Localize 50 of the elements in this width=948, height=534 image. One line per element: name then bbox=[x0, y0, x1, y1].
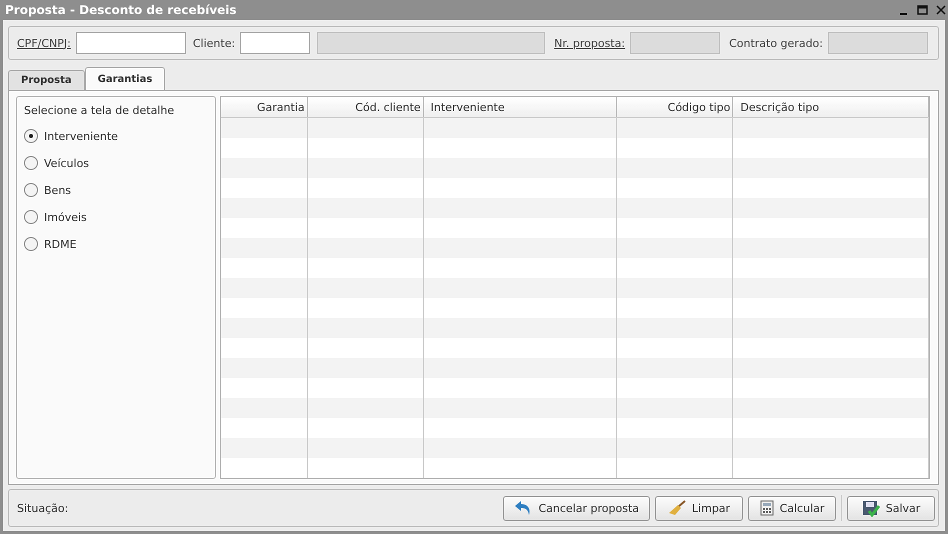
radio-option[interactable]: RDME bbox=[24, 234, 208, 254]
empty-table-row[interactable] bbox=[221, 438, 929, 458]
panel-title: Selecione a tela de detalhe bbox=[24, 104, 176, 117]
window-title: Proposta - Desconto de recebíveis bbox=[5, 3, 237, 17]
status-label: Situação: bbox=[17, 502, 68, 514]
empty-table-row[interactable] bbox=[221, 278, 929, 298]
action-button[interactable]: Salvar bbox=[847, 496, 935, 520]
broom-icon bbox=[668, 500, 686, 516]
calculator-icon bbox=[760, 500, 774, 516]
radio-button[interactable] bbox=[24, 129, 38, 143]
tab[interactable]: Proposta bbox=[8, 70, 85, 90]
column-header[interactable]: Interveniente bbox=[424, 97, 618, 117]
empty-table-row[interactable] bbox=[221, 198, 929, 218]
empty-table-row[interactable] bbox=[221, 158, 929, 178]
maximize-icon[interactable] bbox=[917, 5, 928, 15]
radio-option[interactable]: Interveniente bbox=[24, 126, 208, 146]
radio-label: Imóveis bbox=[44, 210, 87, 224]
radio-option[interactable]: Veículos bbox=[24, 153, 208, 173]
column-header[interactable]: Cód. cliente bbox=[308, 97, 424, 117]
radio-label: Bens bbox=[44, 184, 72, 196]
close-icon[interactable] bbox=[936, 5, 946, 15]
column-header[interactable]: Código tipo bbox=[617, 97, 734, 117]
column-header[interactable]: Garantia bbox=[221, 97, 308, 117]
input-field[interactable] bbox=[240, 32, 310, 54]
field-label: Cliente: bbox=[192, 36, 236, 50]
empty-table-row[interactable] bbox=[221, 358, 929, 378]
field-label: Contrato gerado: bbox=[729, 36, 823, 50]
radio-option[interactable]: Bens bbox=[24, 180, 208, 200]
radio-label: Interveniente bbox=[44, 130, 118, 142]
empty-table-row[interactable] bbox=[221, 238, 929, 258]
column-header[interactable]: Descrição tipo bbox=[733, 97, 929, 117]
radio-button[interactable] bbox=[24, 210, 38, 224]
radio-label: Veículos bbox=[44, 156, 90, 170]
field-link[interactable]: Nr. proposta: bbox=[554, 36, 626, 50]
empty-table-row[interactable] bbox=[221, 118, 929, 138]
undo-arrow-icon bbox=[514, 500, 532, 516]
radio-option[interactable]: Imóveis bbox=[24, 207, 208, 227]
input-field[interactable] bbox=[76, 32, 186, 54]
radio-button[interactable] bbox=[24, 237, 38, 251]
radio-label: RDME bbox=[44, 238, 77, 250]
save-check-icon bbox=[862, 500, 880, 516]
action-button[interactable]: Calcular bbox=[748, 496, 836, 520]
tab[interactable]: Garantias bbox=[84, 67, 166, 90]
field-link[interactable]: CPF/CNPJ: bbox=[17, 36, 71, 50]
action-button[interactable]: Limpar bbox=[655, 496, 743, 520]
empty-table-row[interactable] bbox=[221, 398, 929, 418]
radio-button[interactable] bbox=[24, 156, 38, 170]
radio-button[interactable] bbox=[24, 183, 38, 197]
action-button[interactable]: Cancelar proposta bbox=[503, 496, 650, 520]
empty-table-row[interactable] bbox=[221, 318, 929, 338]
